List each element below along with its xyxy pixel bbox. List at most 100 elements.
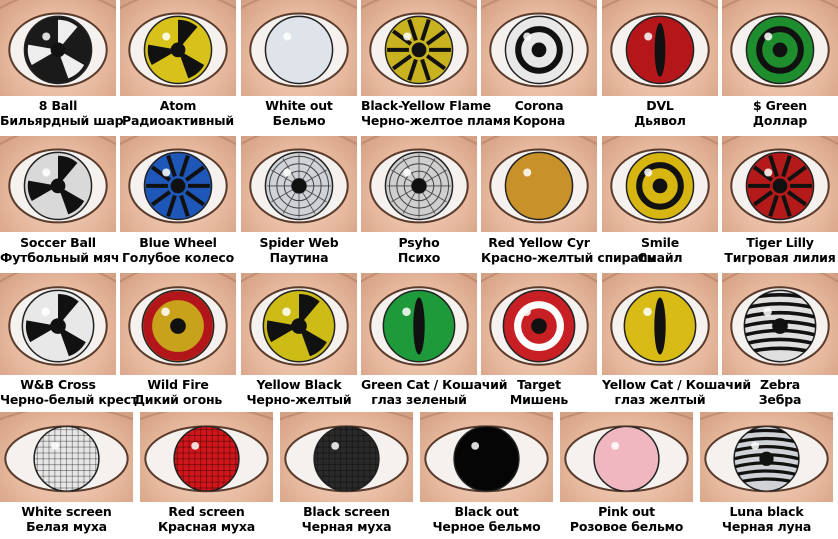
lens-name-ru: Мишень bbox=[509, 392, 569, 407]
lens-item: Smile Смайл bbox=[602, 136, 718, 269]
lens-name-ru: Черная муха bbox=[301, 519, 392, 534]
lens-caption: Green Cat / Кошачий глаз зеленый bbox=[361, 377, 508, 407]
lens-photo bbox=[361, 0, 477, 96]
lens-name-en: Spider Web bbox=[259, 235, 339, 250]
lens-name-en: Blue Wheel bbox=[139, 235, 217, 250]
lens-caption: Pink out Розовое бельмо bbox=[560, 504, 693, 534]
lens-item: Psyho Психо bbox=[361, 136, 477, 269]
lens-name-ru: Бельмо bbox=[272, 113, 326, 128]
lens-item: Tiger Lilly Тигровая лилия bbox=[722, 136, 838, 269]
lens-name-en: $ Green bbox=[753, 98, 807, 113]
lens-photo bbox=[140, 412, 273, 502]
lens-item: White out Бельмо bbox=[241, 0, 357, 132]
lens-name-en: Corona bbox=[514, 98, 564, 113]
lens-photo bbox=[241, 136, 357, 232]
lens-name-en: 8 Ball bbox=[38, 98, 78, 113]
lens-photo bbox=[722, 273, 838, 375]
lens-photo bbox=[602, 273, 718, 375]
lens-caption: Tiger Lilly Тигровая лилия bbox=[722, 235, 838, 265]
lens-name-ru: Черно-белый крест bbox=[0, 392, 138, 407]
lens-photo bbox=[0, 273, 116, 375]
lens-item: Soccer Ball Футбольный мяч bbox=[0, 136, 119, 269]
lens-caption: Spider Web Паутина bbox=[241, 235, 357, 265]
lens-photo bbox=[481, 273, 597, 375]
lens-caption: White out Бельмо bbox=[241, 98, 357, 128]
lens-photo bbox=[481, 0, 597, 96]
lens-photo bbox=[602, 0, 718, 96]
lens-name-en: Black out bbox=[454, 504, 519, 519]
lens-caption: Smile Смайл bbox=[602, 235, 718, 265]
lens-name-ru: Корона bbox=[512, 113, 566, 128]
lens-photo bbox=[722, 0, 838, 96]
lens-item: Zebra Зебра bbox=[722, 273, 838, 411]
lens-name-en: Zebra bbox=[759, 377, 801, 392]
lens-photo bbox=[481, 136, 597, 232]
lens-item: Red screen Красная муха bbox=[140, 412, 273, 538]
lens-name-en: White out bbox=[265, 98, 333, 113]
lens-item: Target Мишень bbox=[481, 273, 597, 411]
lens-name-ru: Белая муха bbox=[26, 519, 107, 534]
lens-item: Red Yellow Cyr Красно-желтый спираль bbox=[481, 136, 656, 269]
lens-name-ru: Черное бельмо bbox=[432, 519, 541, 534]
lens-item: DVL Дьявол bbox=[602, 0, 718, 132]
lens-photo bbox=[602, 136, 718, 232]
lens-item: Pink out Розовое бельмо bbox=[560, 412, 693, 538]
lens-name-en: Red screen bbox=[168, 504, 245, 519]
lens-caption: Corona Корона bbox=[481, 98, 597, 128]
lens-item: $ Green Доллар bbox=[722, 0, 838, 132]
lens-name-en: Green Cat / Кошачий bbox=[361, 377, 508, 392]
lens-caption: Black screen Черная муха bbox=[280, 504, 413, 534]
lens-name-ru: Дьявол bbox=[634, 113, 686, 128]
lens-name-ru: Смайл bbox=[637, 250, 683, 265]
lens-name-en: W&B Cross bbox=[20, 377, 96, 392]
lens-name-ru: Черная луна bbox=[721, 519, 812, 534]
lens-name-ru: Красно-желтый спираль bbox=[481, 250, 656, 265]
lens-photo bbox=[700, 412, 833, 502]
lens-item: Blue Wheel Голубое колесо bbox=[120, 136, 236, 269]
lens-caption: Yellow Cat / Кошачий глаз желтый bbox=[602, 377, 751, 407]
lens-caption: Target Мишень bbox=[481, 377, 597, 407]
lens-caption: Luna black Черная луна bbox=[700, 504, 833, 534]
lens-name-ru: Радиоактивный bbox=[122, 113, 234, 128]
lens-photo bbox=[0, 0, 116, 96]
lens-caption: Psyho Психо bbox=[361, 235, 477, 265]
lens-name-ru: Паутина bbox=[269, 250, 329, 265]
lens-photo bbox=[0, 136, 116, 232]
lens-photo bbox=[420, 412, 553, 502]
lens-item: Black screen Черная муха bbox=[280, 412, 413, 538]
lens-caption: $ Green Доллар bbox=[722, 98, 838, 128]
lens-photo bbox=[280, 412, 413, 502]
lens-name-en: Tiger Lilly bbox=[746, 235, 814, 250]
lens-item: W&B Cross Черно-белый крест bbox=[0, 273, 138, 411]
lens-name-en: Psyho bbox=[398, 235, 440, 250]
lens-item: Wild Fire Дикий огонь bbox=[120, 273, 236, 411]
lens-item: Black out Черное бельмо bbox=[420, 412, 553, 538]
lens-caption: White screen Белая муха bbox=[0, 504, 133, 534]
lens-name-ru: Бильярдный шар bbox=[0, 113, 124, 128]
lens-name-ru: Красная муха bbox=[158, 519, 255, 534]
lens-name-ru: Зебра bbox=[758, 392, 802, 407]
lens-caption: Zebra Зебра bbox=[722, 377, 838, 407]
lens-item: White screen Белая муха bbox=[0, 412, 133, 538]
lens-name-ru: глаз зеленый bbox=[371, 392, 467, 407]
lens-name-ru: Голубое колесо bbox=[122, 250, 234, 265]
lens-item: Atom Радиоактивный bbox=[120, 0, 236, 132]
lens-name-en: Soccer Ball bbox=[20, 235, 96, 250]
lens-photo bbox=[241, 0, 357, 96]
lens-caption: 8 Ball Бильярдный шар bbox=[0, 98, 124, 128]
lens-name-en: DVL bbox=[646, 98, 674, 113]
lens-name-en: Red Yellow Cyr bbox=[488, 235, 590, 250]
lens-photo bbox=[241, 273, 357, 375]
lens-photo bbox=[361, 136, 477, 232]
lens-name-en: Target bbox=[517, 377, 561, 392]
lens-item: Spider Web Паутина bbox=[241, 136, 357, 269]
lens-photo bbox=[361, 273, 477, 375]
lens-name-ru: Черно-желтый bbox=[246, 392, 352, 407]
lens-photo bbox=[560, 412, 693, 502]
lens-item: Corona Корона bbox=[481, 0, 597, 132]
lens-name-en: Luna black bbox=[729, 504, 804, 519]
lens-caption: W&B Cross Черно-белый крест bbox=[0, 377, 138, 407]
lens-photo bbox=[722, 136, 838, 232]
lens-item: 8 Ball Бильярдный шар bbox=[0, 0, 124, 132]
lens-photo bbox=[120, 136, 236, 232]
